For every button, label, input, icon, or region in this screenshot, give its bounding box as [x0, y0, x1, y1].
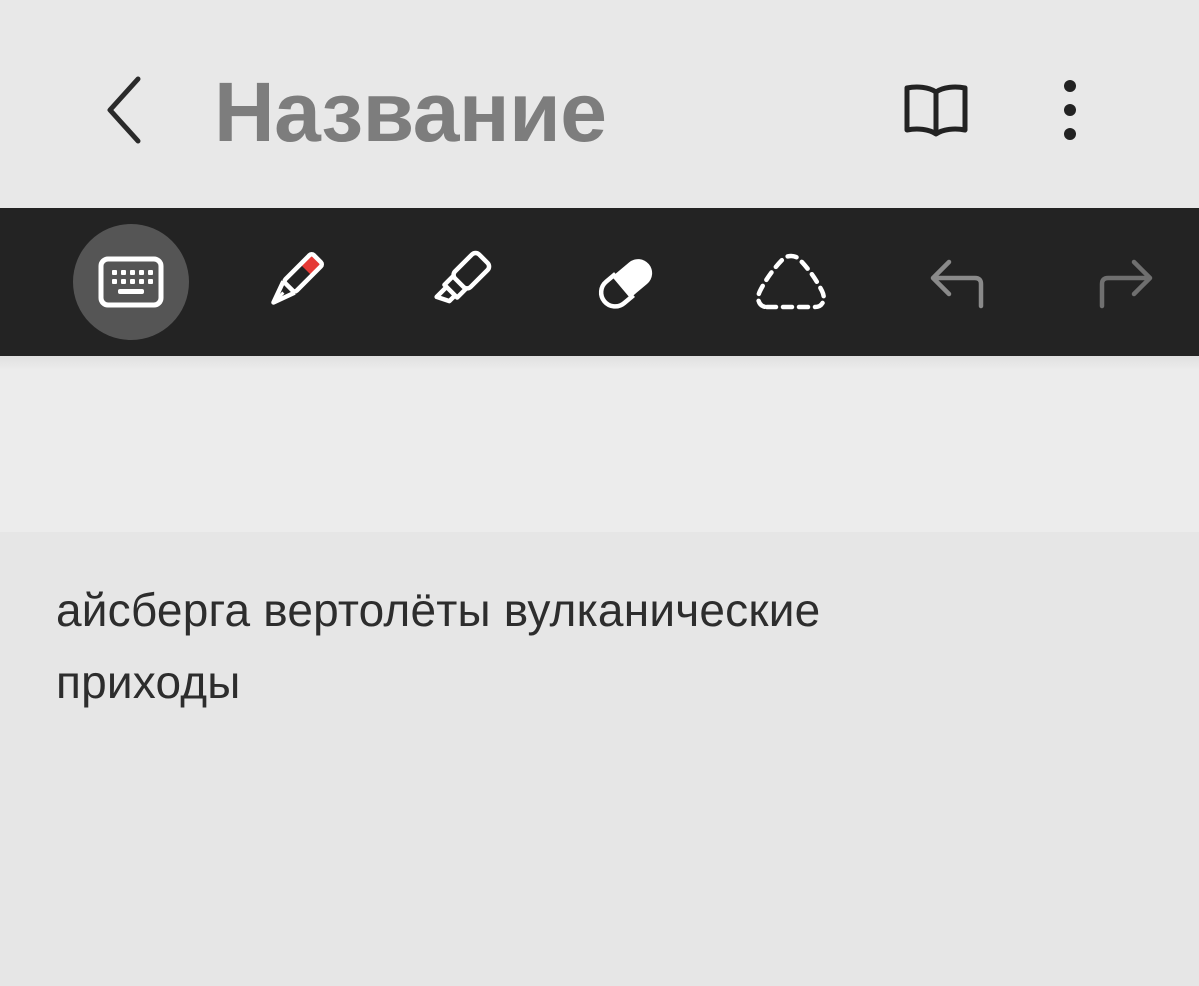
redo-icon — [1099, 259, 1153, 309]
reading-mode-button[interactable] — [896, 70, 976, 150]
open-book-icon — [904, 84, 968, 137]
chevron-left-icon — [107, 76, 141, 144]
more-vertical-icon — [1064, 80, 1076, 140]
eraser-tool-button[interactable] — [568, 224, 684, 340]
highlighter-icon — [434, 250, 492, 304]
note-line-1: айсберга вертолёты вулканические — [56, 584, 821, 636]
pen-icon — [271, 252, 324, 305]
canvas-top-area[interactable] — [0, 356, 1199, 532]
lasso-tool-button[interactable] — [733, 224, 849, 340]
undo-button[interactable] — [900, 224, 1016, 340]
note-text[interactable]: айсберга вертолёты вулканические приходы — [56, 574, 1136, 718]
page-title[interactable]: Название — [214, 64, 607, 160]
drawing-toolbar — [0, 208, 1199, 356]
app-bar: Название — [0, 0, 1199, 208]
undo-icon — [930, 259, 984, 309]
pen-tool-button[interactable] — [236, 224, 352, 340]
more-options-button[interactable] — [1038, 70, 1102, 150]
eraser-icon — [598, 259, 653, 309]
back-button[interactable] — [92, 70, 156, 150]
lasso-icon — [756, 253, 826, 310]
redo-button[interactable] — [1067, 224, 1183, 340]
keyboard-tool-button[interactable] — [73, 224, 189, 340]
highlighter-tool-button[interactable] — [402, 224, 518, 340]
keyboard-icon — [98, 256, 164, 308]
note-line-2: приходы — [56, 656, 241, 708]
